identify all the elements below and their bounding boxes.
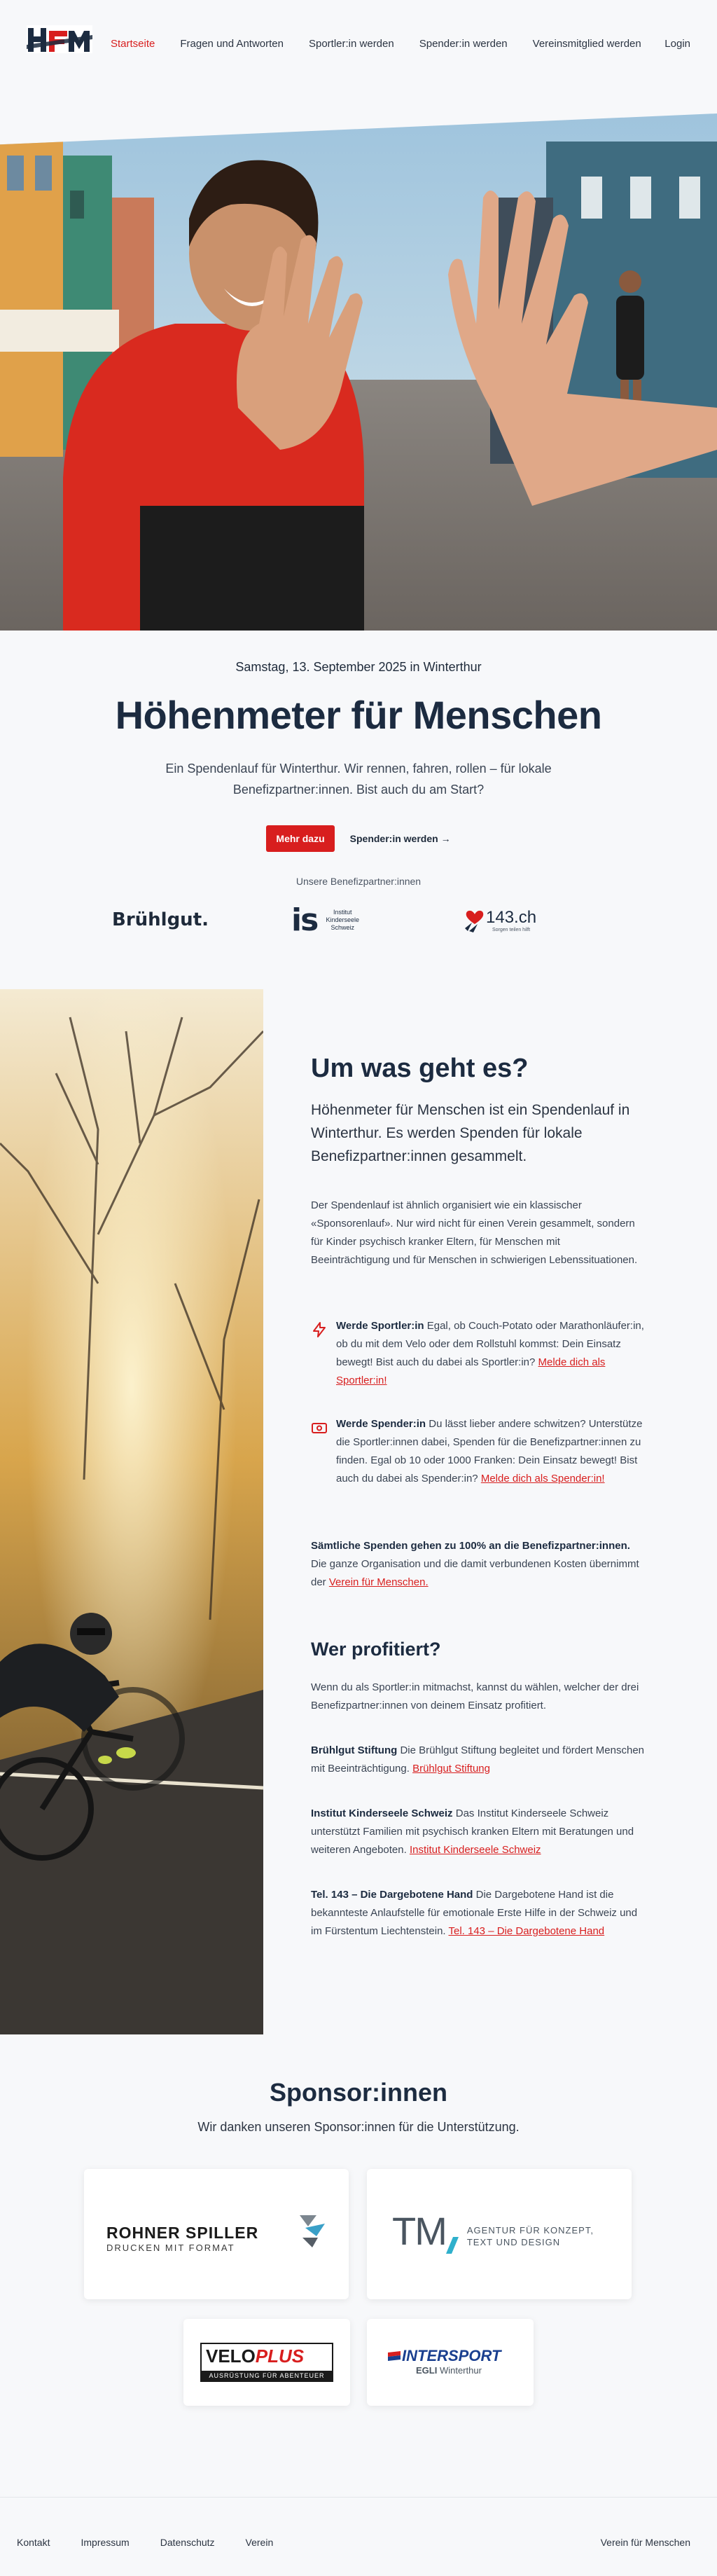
donation-note: Sämtliche Spenden gehen zu 100% an die B… [311,1540,639,1588]
about-section: Um was geht es? Höhenmeter für Menschen … [0,989,717,2034]
verein-link[interactable]: Verein für Menschen. [329,1576,429,1588]
athlete-heading: Werde Sportler:in [336,1320,424,1332]
nav-spender-werden[interactable]: Spender:in werden [419,38,508,50]
more-info-button[interactable]: Mehr dazu [266,825,335,852]
partner-kinderseele: Institut Kinderseele Schweiz Das Institu… [311,1807,634,1856]
partner-tel143: Tel. 143 – Die Dargebotene Hand Die Darg… [311,1889,638,1937]
become-donor-link[interactable]: Spender:in werden → [350,833,451,844]
tm-slash-icon [445,2237,459,2254]
cyclist-photo [0,989,263,2034]
footer-impressum[interactable]: Impressum [81,2537,129,2548]
lightning-icon [313,1322,326,1337]
page-title: Höhenmeter für Menschen [115,693,602,737]
footer-kontakt[interactable]: Kontakt [17,2537,50,2548]
heart-icon [465,910,484,932]
nav-vereinsmitglied-werden[interactable]: Vereinsmitglied werden [533,38,641,50]
donor-heading: Werde Spender:in [336,1418,426,1430]
profit-title: Wer profitiert? [311,1639,441,1660]
sponsors-title: Sponsor:innen [270,2078,447,2107]
footer-verein[interactable]: Verein [246,2537,274,2548]
about-paragraph: Der Spendenlauf ist ähnlich organisiert … [311,1199,638,1266]
intro-section: Samstag, 13. September 2025 in Winterthu… [0,631,717,988]
logo[interactable] [27,25,92,53]
partner-logos: Brühlgut. is Institut Kinderseele Schwei… [0,895,717,944]
kinderseele-link[interactable]: Institut Kinderseele Schweiz [410,1844,541,1856]
signup-donor-link[interactable]: Melde dich als Spender:in! [481,1473,605,1485]
sponsors-section: Sponsor:innen Wir danken unseren Sponsor… [0,2034,717,2497]
sponsor-rohner-spiller[interactable]: ROHNER SPILLER DRUCKEN MIT FORMAT [84,2169,349,2299]
sponsors-thanks: Wir danken unseren Sponsor:innen für die… [197,2120,520,2134]
tel143-logo[interactable]: 143.ch Sorgen teilen hilft [465,895,536,944]
footer: Kontakt Impressum Datenschutz Verein Ver… [0,2497,717,2576]
rohner-mark-icon [300,2215,325,2247]
footer-datenschutz[interactable]: Datenschutz [160,2537,215,2548]
bruehlgut-logo[interactable]: Brühlgut. [112,895,209,944]
about-title: Um was geht es? [311,1054,529,1083]
hero-image [0,113,717,631]
sponsor-veloplus[interactable]: VELOPLUS AUSRÜSTUNG FÜR ABENTEUER [183,2319,350,2406]
about-subtitle: Höhenmeter für Menschen ist ein Spendenl… [311,1102,630,1164]
intro-lead: Ein Spendenlauf für Winterthur. Wir renn… [165,762,552,797]
partners-label: Unsere Benefizpartner:innen [295,876,422,887]
become-donor-item: Werde Spender:in Du lässt lieber andere … [311,1415,647,1488]
event-date: Samstag, 13. September 2025 in Winterthu… [235,660,482,674]
nav-faq[interactable]: Fragen und Antworten [180,38,284,50]
partner-bruehlgut: Brühlgut Stiftung Die Brühlgut Stiftung … [311,1744,645,1775]
top-navigation: Startseite Fragen und Antworten Sportler… [0,0,717,91]
sponsor-intersport[interactable]: INTERSPORT EGLI Winterthur [367,2319,534,2406]
footer-brand: Verein für Menschen [600,2537,690,2548]
kinderseele-logo[interactable]: is Institut Kinderseele Schweiz [291,895,363,944]
profit-intro: Wenn du als Sportler:in mitmachst, kanns… [311,1681,639,1711]
money-icon [312,1423,327,1433]
bruehlgut-link[interactable]: Brühlgut Stiftung [412,1763,490,1775]
sponsor-tm-agentur[interactable]: TM AGENTUR FÜR KONZEPT, TEXT UND DESIGN [367,2169,632,2299]
nav-sportler-werden[interactable]: Sportler:in werden [309,38,394,50]
login-link[interactable]: Login [664,38,690,50]
nav-startseite[interactable]: Startseite [111,38,155,50]
tel143-link[interactable]: Tel. 143 – Die Dargebotene Hand [448,1925,604,1937]
become-athlete-item: Werde Sportler:in Egal, ob Couch-Potato … [311,1317,647,1390]
intersport-flag-icon [388,2351,401,2361]
